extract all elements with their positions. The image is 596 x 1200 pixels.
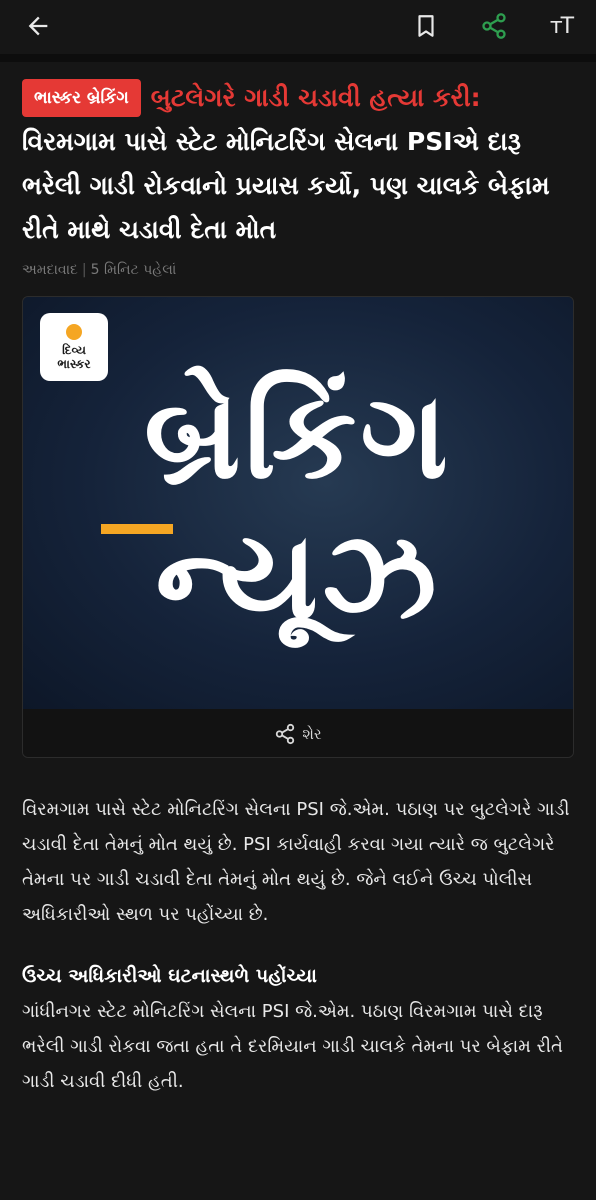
hero-text-line2: ન્યૂઝ (155, 507, 441, 646)
share-label: શેર (302, 725, 322, 743)
headline: ભાસ્કર બ્રેકિંગ બુટલેગરે ગાડી ચડાવી હત્યા… (0, 62, 596, 278)
article-title: ભાસ્કર બ્રેકિંગ બુટલેગરે ગાડી ચડાવી હત્યા… (22, 76, 574, 252)
article-paragraph-2: ગાંધીનગર સ્ટેટ મોનિટરિંગ સેલના PSI જે.એમ… (22, 1001, 563, 1092)
logo-sun-icon (66, 323, 82, 340)
title-text: વિરમગામ પાસે સ્ટેટ મોનિટરિંગ સેલના PSIએ … (22, 127, 550, 244)
timestamp: 5 મિનિટ પહેલાં (90, 262, 177, 278)
top-app-bar: тT (0, 0, 596, 54)
breaking-badge: ભાસ્કર બ્રેકિંગ (22, 79, 141, 117)
share-icon (274, 723, 296, 745)
hero-image[interactable]: દિવ્ય ભાસ્કર બ્રેકિંગ ન્યૂઝ (23, 297, 573, 709)
title-highlight: બુટલેગરે ગાડી ચડાવી હત્યા કરી: (150, 83, 481, 112)
section-heading: ઉચ્ચ અધિકારીઓ ઘટનાસ્થળે પહોંચ્યા (22, 965, 317, 987)
logo-line1: દિવ્ય (62, 342, 86, 357)
share-button[interactable]: શેર (23, 709, 573, 757)
meta-separator: | (81, 262, 87, 278)
share-icon[interactable] (476, 8, 512, 44)
location: અમદાવાદ (22, 262, 78, 278)
font-size-label: тT (549, 13, 574, 39)
bookmark-icon[interactable] (408, 8, 444, 44)
hero-text-line1: બ્રેકિંગ (144, 367, 452, 506)
divider (0, 54, 596, 62)
article-meta: અમદાવાદ | 5 મિનિટ પહેલાં (22, 262, 574, 278)
article-paragraph-1: વિરમગામ પાસે સ્ટેટ મોનિટરિંગ સેલના PSI જ… (22, 799, 570, 925)
font-size-button[interactable]: тT (543, 8, 579, 44)
arrow-left-icon[interactable] (20, 8, 56, 44)
hero-image-card: દિવ્ય ભાસ્કર બ્રેકિંગ ન્યૂઝ શેર (22, 296, 574, 758)
